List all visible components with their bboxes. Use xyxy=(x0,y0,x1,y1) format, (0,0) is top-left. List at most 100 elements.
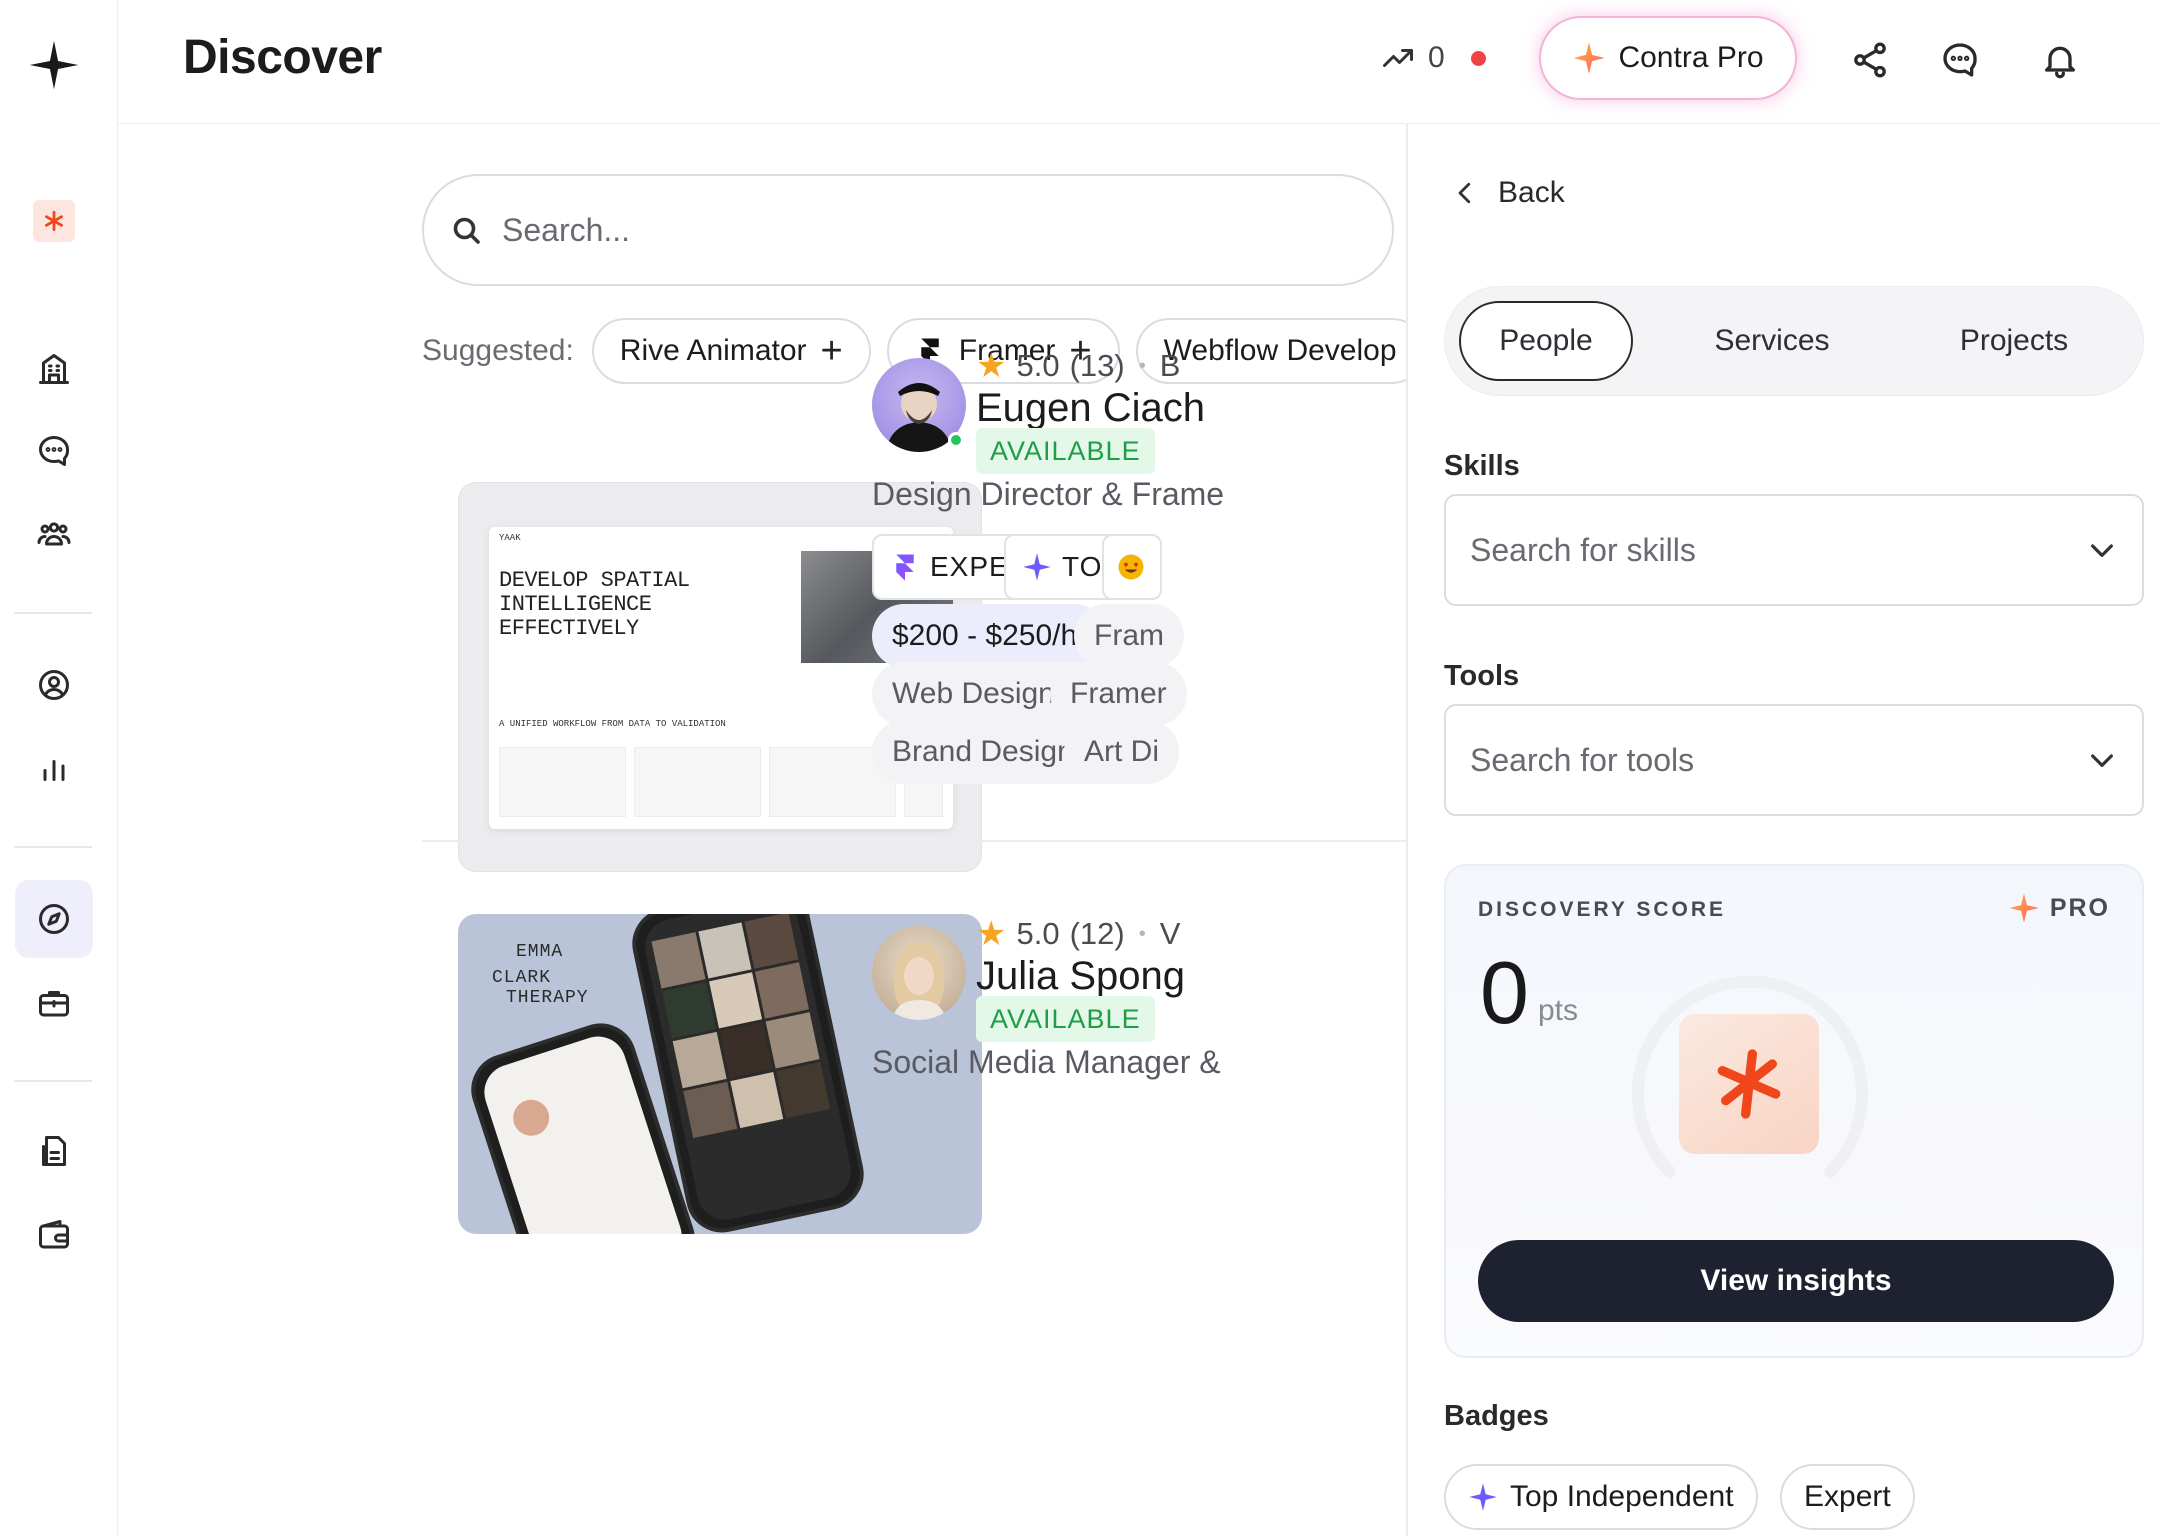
badge-label: Top Independent xyxy=(1510,1480,1734,1513)
sidebar-divider xyxy=(14,1080,92,1082)
document-icon[interactable] xyxy=(15,1112,93,1190)
rating-value: 5.0 xyxy=(1016,348,1060,383)
top-header: Discover 0 Contra Pro xyxy=(118,0,2160,124)
score-label: DISCOVERY SCORE xyxy=(1478,898,1727,921)
score-unit: pts xyxy=(1538,994,1579,1027)
card-divider xyxy=(422,840,1406,842)
chevron-down-icon xyxy=(2091,754,2113,767)
sidebar-divider xyxy=(14,612,92,614)
status-dot xyxy=(1470,50,1486,66)
chip-label: Rive Animator xyxy=(619,334,807,367)
skill-tag[interactable]: Art Di xyxy=(1064,720,1179,784)
pro-tag: PRO xyxy=(2008,892,2110,924)
star-icon: ★ xyxy=(976,915,1007,953)
briefcase-icon[interactable] xyxy=(15,964,93,1042)
community-icon[interactable] xyxy=(15,496,93,574)
view-insights-button[interactable]: View insights xyxy=(1478,1240,2114,1322)
discover-main: Suggested: Rive Animator + Framer + Webf… xyxy=(118,124,1406,1536)
chevron-left-icon xyxy=(1458,182,1471,204)
analytics-icon[interactable] xyxy=(15,730,93,808)
chevron-down-icon xyxy=(2091,544,2113,557)
avatar[interactable] xyxy=(872,926,966,1020)
skills-label: Skills xyxy=(1444,450,1520,482)
search-input[interactable] xyxy=(502,211,1322,249)
asterisk-brand-icon xyxy=(1679,1014,1819,1154)
thumb-brand-line: EMMA xyxy=(516,942,564,962)
hourly-rate: $200 - $250/hr xyxy=(872,604,1108,668)
review-count: (13) xyxy=(1069,348,1125,383)
skill-tag[interactable]: Framer xyxy=(1050,662,1187,726)
contra-pro-label: Contra Pro xyxy=(1618,41,1764,74)
freelancer-name[interactable]: Julia Spong xyxy=(976,954,1185,999)
thumb-headline: DEVELOP SPATIAL INTELLIGENCE EFFECTIVELY xyxy=(499,568,690,641)
trend-indicator[interactable]: 0 xyxy=(1380,40,1486,76)
star-icon: ★ xyxy=(976,347,1007,385)
page-title: Discover xyxy=(183,31,382,84)
back-label: Back xyxy=(1498,176,1565,209)
thumb-brand-line: THERAPY xyxy=(506,988,589,1008)
thumb-brand: YAAK xyxy=(499,533,521,543)
contra-logo-icon[interactable] xyxy=(15,26,93,104)
asterisk-brand-icon[interactable] xyxy=(15,182,93,260)
sidebar-divider xyxy=(14,846,92,848)
skills-placeholder: Search for skills xyxy=(1470,531,1696,568)
chat-icon[interactable] xyxy=(15,412,93,490)
tools-select[interactable]: Search for tools xyxy=(1444,704,2144,816)
trending-up-icon xyxy=(1383,49,1413,67)
freelancer-name[interactable]: Eugen Ciach xyxy=(976,386,1205,431)
trend-value: 0 xyxy=(1428,41,1445,74)
thumb-brand-line: CLARK xyxy=(492,968,552,988)
suggested-label: Suggested: xyxy=(422,334,574,367)
skill-tag[interactable]: Fram xyxy=(1074,604,1184,668)
thumb-subhead: A UNIFIED WORKFLOW FROM DATA TO VALIDATI… xyxy=(499,719,726,729)
location: V xyxy=(1159,916,1181,951)
left-sidebar xyxy=(0,0,118,1536)
score-value: 0 xyxy=(1480,943,1529,1042)
share-icon[interactable] xyxy=(1846,36,1894,84)
plus-icon: + xyxy=(820,330,843,372)
tab-people[interactable]: People xyxy=(1459,301,1633,381)
building-icon[interactable] xyxy=(15,330,93,408)
sparkle-icon xyxy=(1023,553,1051,581)
suggested-chip-rive[interactable]: Rive Animator + xyxy=(591,318,871,384)
emoji-badge[interactable] xyxy=(1102,534,1162,600)
framer-logo-icon xyxy=(896,554,914,581)
back-button[interactable]: Back xyxy=(1450,176,1565,210)
badge-filter-top-independent[interactable]: Top Independent xyxy=(1444,1464,1758,1530)
sparkle-icon xyxy=(2009,893,2039,923)
location: B xyxy=(1159,348,1181,383)
sparkle-icon xyxy=(1469,1483,1497,1511)
availability-badge: AVAILABLE xyxy=(976,428,1155,474)
contra-pro-button[interactable]: Contra Pro xyxy=(1539,16,1797,100)
star-eyes-emoji-icon xyxy=(1118,554,1144,580)
rating: ★ 5.0 (13) • B xyxy=(976,346,1180,386)
tab-projects[interactable]: Projects xyxy=(1911,301,2117,381)
rating-value: 5.0 xyxy=(1016,916,1060,951)
compass-icon[interactable] xyxy=(15,880,93,958)
separator-dot: • xyxy=(1138,354,1146,377)
tab-services[interactable]: Services xyxy=(1669,301,1875,381)
search-bar[interactable] xyxy=(422,174,1394,286)
availability-badge: AVAILABLE xyxy=(976,996,1155,1042)
sparkle-icon xyxy=(1573,42,1606,74)
type-segmented-control: People Services Projects xyxy=(1444,286,2144,396)
filter-panel: Back People Services Projects Skills Sea… xyxy=(1406,124,2160,1536)
skills-select[interactable]: Search for skills xyxy=(1444,494,2144,606)
pro-label: PRO xyxy=(2049,893,2110,922)
tools-label: Tools xyxy=(1444,660,1520,692)
rating: ★ 5.0 (12) • V xyxy=(976,914,1180,954)
badge-filter-expert[interactable]: Expert xyxy=(1780,1464,1915,1530)
search-icon xyxy=(453,217,480,244)
profile-icon[interactable] xyxy=(15,646,93,724)
messages-icon[interactable] xyxy=(1936,36,1984,84)
freelancer-role: Design Director & Frame xyxy=(872,476,1225,512)
chip-label: Webflow Develop xyxy=(1163,334,1397,367)
separator-dot: • xyxy=(1138,922,1146,945)
badges-label: Badges xyxy=(1444,1400,1549,1432)
tools-placeholder: Search for tools xyxy=(1470,741,1695,778)
discovery-score-card: DISCOVERY SCORE PRO 0 pts View insights xyxy=(1444,864,2144,1358)
wallet-icon[interactable] xyxy=(15,1196,93,1274)
online-dot xyxy=(948,432,964,448)
review-count: (12) xyxy=(1069,916,1125,951)
bell-icon[interactable] xyxy=(2036,36,2084,84)
